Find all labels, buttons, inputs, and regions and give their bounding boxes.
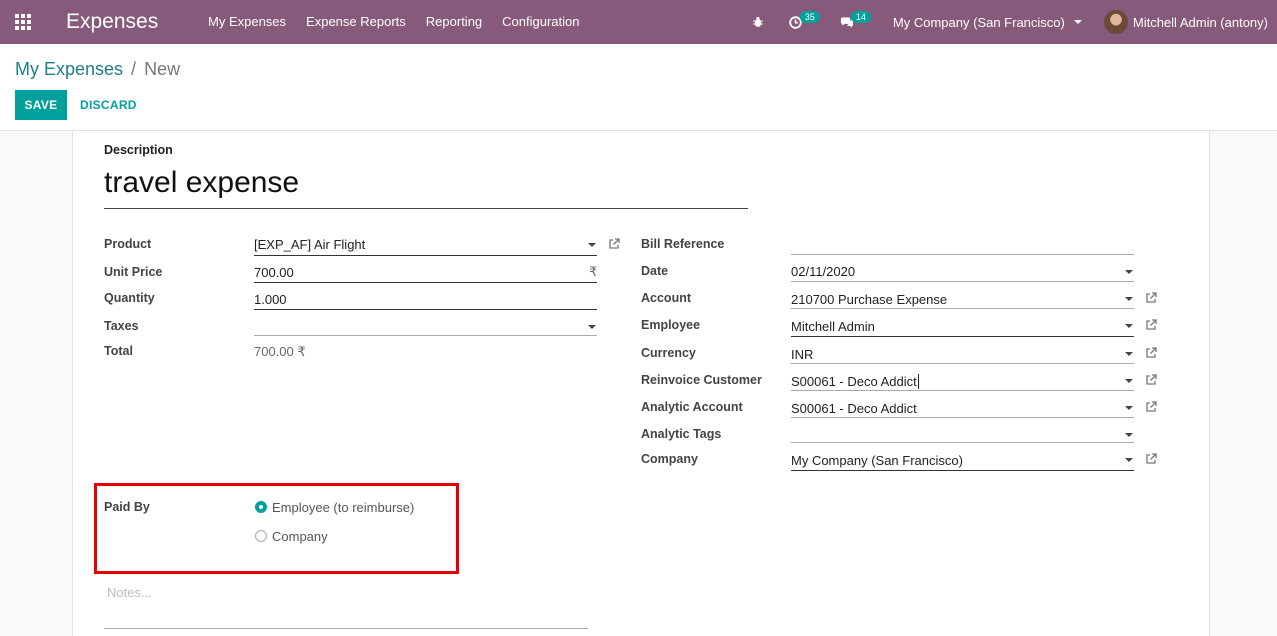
app-name: Expenses xyxy=(66,10,159,33)
company-value[interactable]: My Company (San Francisco) xyxy=(791,453,963,468)
message-count-badge: 14 xyxy=(850,11,871,23)
chevron-down-icon[interactable] xyxy=(1125,324,1133,328)
discard-button[interactable]: DISCARD xyxy=(72,90,145,120)
quantity-underline xyxy=(254,309,597,310)
account-underline xyxy=(791,308,1134,309)
paid-by-company-label[interactable]: Company xyxy=(272,529,328,544)
breadcrumb: My Expenses / New xyxy=(15,59,180,80)
chevron-down-icon[interactable] xyxy=(1125,458,1133,462)
external-link-icon[interactable] xyxy=(1145,374,1157,386)
apps-menu-icon[interactable] xyxy=(0,0,46,44)
breadcrumb-my-expenses[interactable]: My Expenses xyxy=(15,59,123,80)
messages-indicator[interactable]: 14 xyxy=(840,11,871,29)
chevron-down-icon[interactable] xyxy=(1125,270,1133,274)
product-label: Product xyxy=(104,237,152,251)
external-link-icon[interactable] xyxy=(1145,292,1157,304)
form-sheet: Description travel expense Product [EXP_… xyxy=(72,131,1210,636)
bug-icon[interactable] xyxy=(751,15,765,29)
notes-underline xyxy=(104,628,588,629)
chevron-down-icon[interactable] xyxy=(1125,297,1133,301)
company-label: Company xyxy=(641,452,698,466)
description-input[interactable]: travel expense xyxy=(104,165,748,209)
analytic-tags-label: Analytic Tags xyxy=(641,427,722,441)
currency-value[interactable]: INR xyxy=(791,347,813,362)
user-menu[interactable]: Mitchell Admin (antony) xyxy=(1103,10,1268,34)
paid-by-label: Paid By xyxy=(104,500,150,514)
user-name: Mitchell Admin (antony) xyxy=(1132,14,1268,30)
menu-my-expenses[interactable]: My Expenses xyxy=(198,0,296,44)
analytic-tags-underline xyxy=(791,442,1134,443)
breadcrumb-separator: / xyxy=(131,59,137,79)
menu-configuration[interactable]: Configuration xyxy=(492,0,589,44)
quantity-label: Quantity xyxy=(104,291,155,305)
analytic-account-value[interactable]: S00061 - Deco Addict xyxy=(791,401,917,416)
top-navbar: Expenses My Expenses Expense Reports Rep… xyxy=(0,0,1277,44)
save-button[interactable]: SAVE xyxy=(15,90,67,120)
paid-by-employee-label[interactable]: Employee (to reimburse) xyxy=(272,500,414,515)
unit-price-value[interactable]: 700.00 xyxy=(254,265,294,280)
analytic-account-underline xyxy=(791,417,1134,418)
external-link-icon[interactable] xyxy=(1145,453,1157,465)
external-link-icon[interactable] xyxy=(1145,401,1157,413)
external-link-icon[interactable] xyxy=(1145,319,1157,331)
activity-count-badge: 35 xyxy=(799,11,820,23)
menu-expense-reports[interactable]: Expense Reports xyxy=(296,0,416,44)
analytic-account-label: Analytic Account xyxy=(641,400,743,414)
paid-by-employee-radio[interactable] xyxy=(255,501,267,513)
external-link-icon[interactable] xyxy=(1145,347,1157,359)
menu-reporting[interactable]: Reporting xyxy=(416,0,492,44)
date-value[interactable]: 02/11/2020 xyxy=(791,264,855,279)
external-link-icon[interactable] xyxy=(608,238,620,250)
reinvoice-customer-underline xyxy=(791,390,1134,391)
currency-underline xyxy=(791,363,1134,364)
reinvoice-customer-label: Reinvoice Customer xyxy=(641,373,762,387)
chevron-down-icon[interactable] xyxy=(1125,379,1133,383)
description-label: Description xyxy=(104,143,173,157)
account-label: Account xyxy=(641,291,691,305)
currency-symbol: ₹ xyxy=(589,264,598,279)
chevron-down-icon[interactable] xyxy=(588,243,596,247)
quantity-value[interactable]: 1.000 xyxy=(254,292,287,307)
currency-label: Currency xyxy=(641,346,696,360)
date-underline xyxy=(791,281,1134,282)
date-label: Date xyxy=(641,264,669,278)
chevron-down-icon xyxy=(1073,20,1082,24)
bill-reference-label: Bill Reference xyxy=(641,237,725,251)
employee-label: Employee xyxy=(641,318,701,332)
chevron-down-icon[interactable] xyxy=(1125,352,1133,356)
product-value[interactable]: [EXP_AF] Air Flight xyxy=(254,237,365,252)
systray: 35 14 My Company (San Francisco) Mitchel… xyxy=(751,0,1277,44)
product-underline xyxy=(254,255,597,256)
total-value: 700.00 ₹ xyxy=(254,344,306,359)
notes-input[interactable]: Notes... xyxy=(107,585,152,600)
employee-underline xyxy=(791,336,1134,337)
control-panel: My Expenses / New SAVE DISCARD xyxy=(0,44,1277,131)
unit-price-underline xyxy=(254,282,597,283)
reinvoice-customer-value[interactable]: S00061 - Deco Addict xyxy=(791,374,919,389)
account-value[interactable]: 210700 Purchase Expense xyxy=(791,292,947,307)
taxes-label: Taxes xyxy=(104,319,139,333)
company-name: My Company (San Francisco) xyxy=(892,14,1065,30)
bill-reference-underline xyxy=(791,254,1134,255)
taxes-underline xyxy=(254,335,597,336)
unit-price-label: Unit Price xyxy=(104,265,163,279)
employee-value[interactable]: Mitchell Admin xyxy=(791,319,875,334)
chevron-down-icon[interactable] xyxy=(588,325,596,329)
activity-indicator[interactable]: 35 xyxy=(789,11,820,29)
paid-by-company-radio[interactable] xyxy=(255,530,267,542)
chevron-down-icon[interactable] xyxy=(1125,433,1133,437)
total-label: Total xyxy=(104,344,133,358)
company-underline xyxy=(791,470,1134,471)
main-menu: My Expenses Expense Reports Reporting Co… xyxy=(198,0,589,44)
breadcrumb-current: New xyxy=(144,59,181,79)
chevron-down-icon[interactable] xyxy=(1125,406,1133,410)
company-switcher[interactable]: My Company (San Francisco) xyxy=(893,15,1082,30)
avatar xyxy=(1103,10,1128,34)
